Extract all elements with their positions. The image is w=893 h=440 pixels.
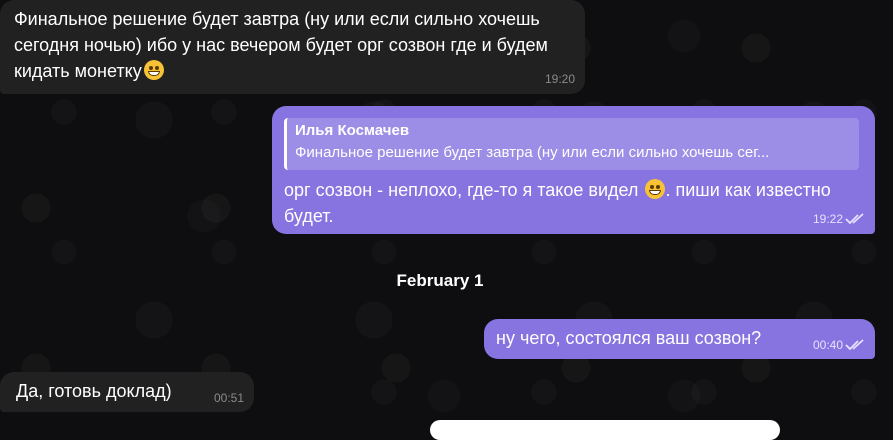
message-time: 19:20: [544, 72, 575, 86]
message-text: Финальное решение будет завтра (ну или е…: [14, 9, 548, 81]
message-text: Да, готовь доклад): [16, 381, 172, 401]
date-separator: February 1: [396, 271, 484, 290]
message-time: 00:40: [812, 338, 843, 352]
message-outgoing[interactable]: Илья Космачев Финальное решение будет за…: [272, 106, 875, 234]
message-outgoing[interactable]: ну чего, состоялся ваш созвон? 00:40: [484, 319, 875, 359]
double-check-icon: [845, 339, 864, 351]
message-body: орг созвон - неплохо, где-то я такое вид…: [284, 177, 844, 229]
message-incoming[interactable]: Да, готовь доклад) 00:51: [0, 372, 254, 412]
message-incoming[interactable]: Финальное решение будет завтра (ну или е…: [0, 0, 585, 94]
reply-author: Илья Космачев: [295, 122, 410, 139]
zany-face-emoji: [143, 60, 164, 80]
double-check-icon: [845, 213, 864, 225]
message-text: ну чего, состоялся ваш созвон?: [496, 328, 762, 348]
reply-quote: Финальное решение будет завтра (ну или е…: [295, 144, 770, 161]
grinning-face-emoji: [645, 179, 666, 199]
reply-preview[interactable]: Илья Космачев Финальное решение будет за…: [284, 118, 859, 170]
message-time: 19:22: [812, 212, 843, 226]
message-time: 00:51: [213, 391, 244, 405]
message-composer-edge[interactable]: [430, 420, 780, 440]
message-text: орг созвон - неплохо, где-то я такое вид…: [284, 180, 639, 200]
